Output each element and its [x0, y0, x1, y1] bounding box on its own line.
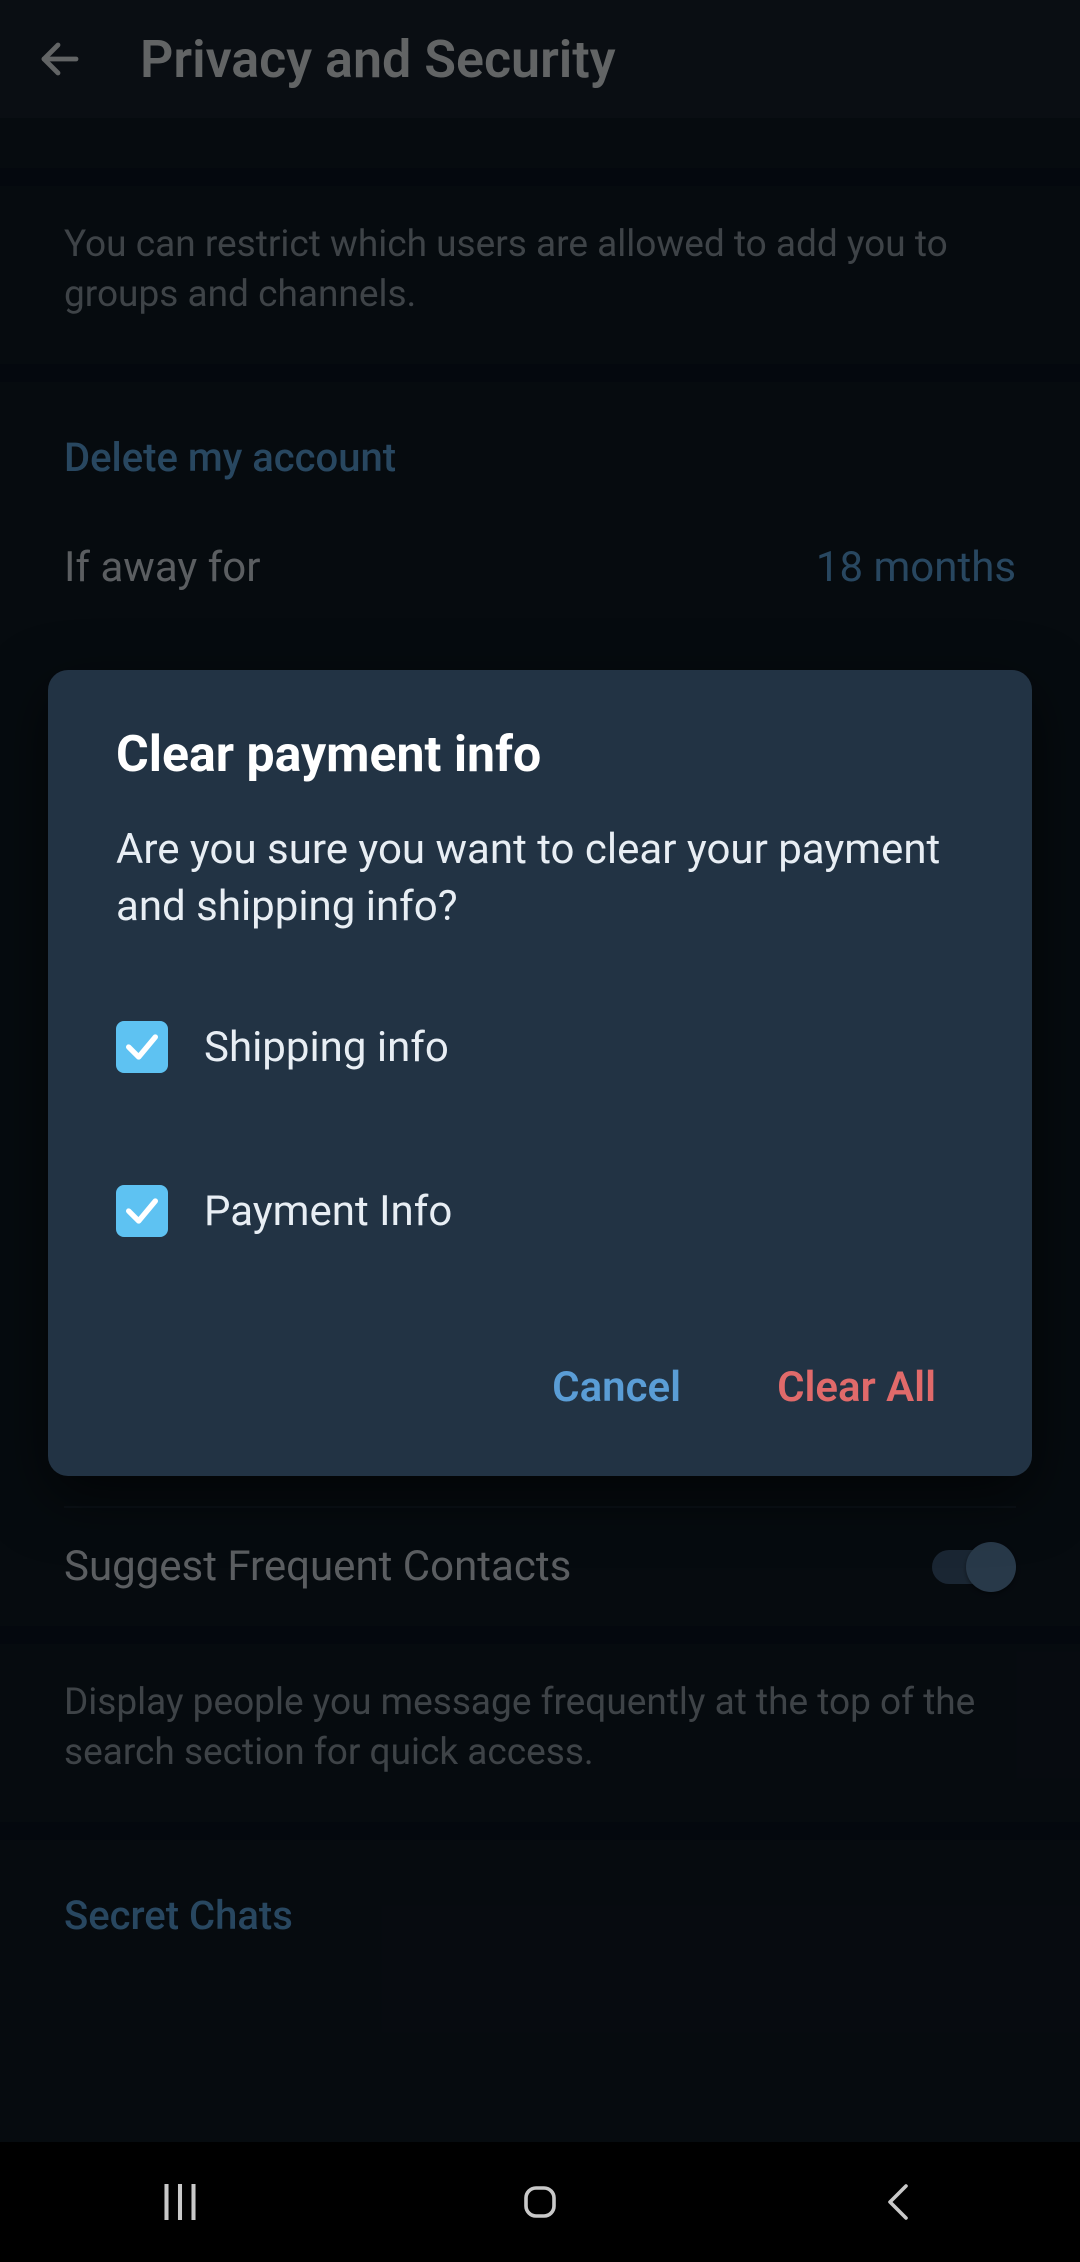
- back-button[interactable]: [20, 19, 100, 99]
- section-gap: [0, 1626, 1080, 1644]
- recents-icon: [153, 2175, 207, 2229]
- section-gap: [0, 1822, 1080, 1840]
- arrow-left-icon: [36, 35, 84, 83]
- home-icon: [516, 2178, 564, 2226]
- back-nav-button[interactable]: [840, 2162, 960, 2242]
- chevron-left-icon: [876, 2178, 924, 2226]
- section-header-delete-account: Delete my account: [0, 382, 1080, 509]
- section-gap: [0, 168, 1080, 186]
- groups-helper-text: You can restrict which users are allowed…: [0, 186, 1080, 364]
- setting-row-away-for[interactable]: If away for 18 months: [0, 509, 1080, 626]
- app-bar: Privacy and Security: [0, 0, 1080, 118]
- check-icon: [122, 1027, 162, 1067]
- section-header-secret-chats: Secret Chats: [0, 1840, 1080, 1967]
- option-label: Payment Info: [204, 1187, 452, 1236]
- page-title: Privacy and Security: [140, 29, 616, 90]
- checkbox-shipping[interactable]: [116, 1021, 168, 1073]
- suggest-helper-text: Display people you message frequently at…: [0, 1644, 1080, 1822]
- recents-button[interactable]: [120, 2162, 240, 2242]
- setting-row-invites[interactable]: Invites Everybody: [0, 118, 1080, 168]
- option-label: Shipping info: [204, 1023, 449, 1072]
- dialog-actions: Cancel Clear All: [116, 1343, 964, 1432]
- dialog-option-shipping[interactable]: Shipping info: [116, 995, 964, 1099]
- cancel-button[interactable]: Cancel: [524, 1343, 709, 1432]
- setting-label: Suggest Frequent Contacts: [64, 1542, 571, 1591]
- setting-label: If away for: [64, 543, 260, 592]
- check-icon: [122, 1191, 162, 1231]
- dialog-clear-payment-info: Clear payment info Are you sure you want…: [48, 670, 1032, 1476]
- dialog-title: Clear payment info: [116, 726, 964, 784]
- section-gap: [0, 364, 1080, 382]
- clear-all-button[interactable]: Clear All: [749, 1343, 964, 1432]
- dialog-message: Are you sure you want to clear your paym…: [116, 822, 964, 935]
- home-button[interactable]: [480, 2162, 600, 2242]
- setting-value: 18 months: [816, 543, 1016, 592]
- toggle-suggest-frequent[interactable]: [932, 1542, 1016, 1592]
- system-nav-bar: [0, 2142, 1080, 2262]
- dialog-option-payment[interactable]: Payment Info: [116, 1159, 964, 1263]
- checkbox-payment[interactable]: [116, 1185, 168, 1237]
- toggle-thumb: [966, 1542, 1016, 1592]
- setting-row-suggest-frequent[interactable]: Suggest Frequent Contacts: [0, 1508, 1080, 1626]
